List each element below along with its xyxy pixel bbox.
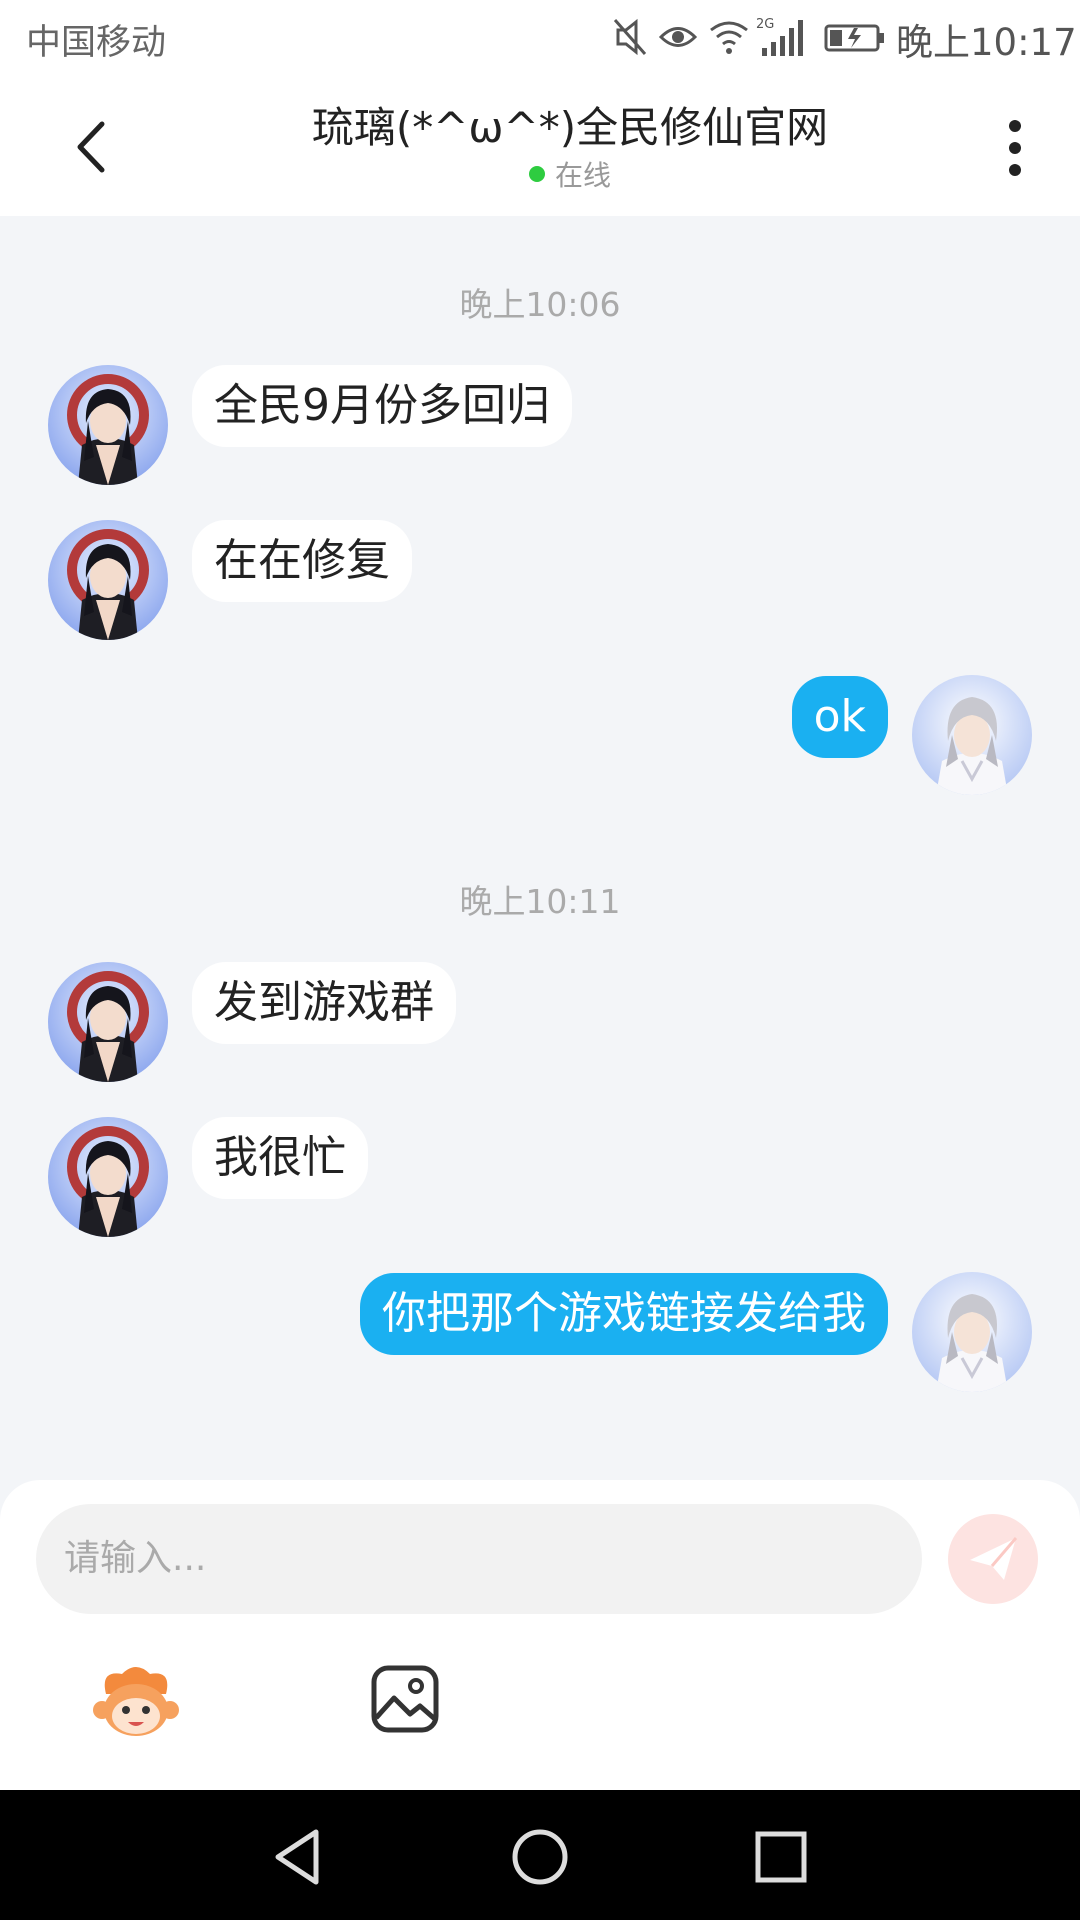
online-label: 在线 [554,159,611,192]
my-avatar[interactable] [912,1272,1032,1392]
incoming-message-bubble[interactable]: 在在修复 [192,520,412,602]
status-bar: 中国移动 2G 晚上10:17 [0,0,1080,76]
carrier-label: 中国移动 [26,23,167,63]
paper-plane-icon [970,1537,1018,1580]
chat-title: 琉璃(*^ω^*)全民修仙官网 [311,103,829,152]
chat-timestamp: 晚上10:11 [459,882,621,921]
wifi-icon [710,21,748,54]
battery-icon [824,24,884,52]
circle-home-icon[interactable] [507,1824,573,1890]
incoming-message-bubble[interactable]: 我很忙 [192,1117,368,1199]
contact-avatar[interactable] [48,962,168,1082]
outgoing-message-bubble[interactable]: 你把那个游戏链接发给我 [360,1273,888,1355]
composer-panel: 请输入... [0,1480,1080,1790]
network-type: 2G [756,17,774,32]
my-avatar[interactable] [912,675,1032,795]
chat-header: 琉璃(*^ω^*)全民修仙官网 在线 [0,76,1080,216]
back-arrow-icon[interactable] [60,112,130,182]
online-dot-icon [528,166,545,182]
incoming-message-bubble[interactable]: 全民9月份多回归 [192,365,572,447]
outgoing-message-bubble[interactable]: ok [791,676,888,758]
status-time: 晚上10:17 [896,21,1077,64]
eye-icon [658,27,698,47]
contact-avatar[interactable] [48,365,168,485]
signal-icon: 2G [756,17,803,56]
triangle-back-icon[interactable] [266,1824,332,1890]
image-icon[interactable] [370,1664,440,1734]
mute-icon [613,18,647,56]
send-button[interactable] [948,1514,1038,1604]
monkey-emoji-icon[interactable] [92,1660,180,1740]
contact-avatar[interactable] [48,520,168,640]
system-nav-bar [0,1790,1080,1920]
online-status: 在线 [200,154,940,194]
contact-avatar[interactable] [48,1117,168,1237]
more-options-icon[interactable] [990,116,1040,180]
square-recents-icon[interactable] [748,1824,814,1890]
message-input[interactable]: 请输入... [36,1504,922,1614]
chat-timestamp: 晚上10:06 [459,285,621,324]
incoming-message-bubble[interactable]: 发到游戏群 [192,962,456,1044]
